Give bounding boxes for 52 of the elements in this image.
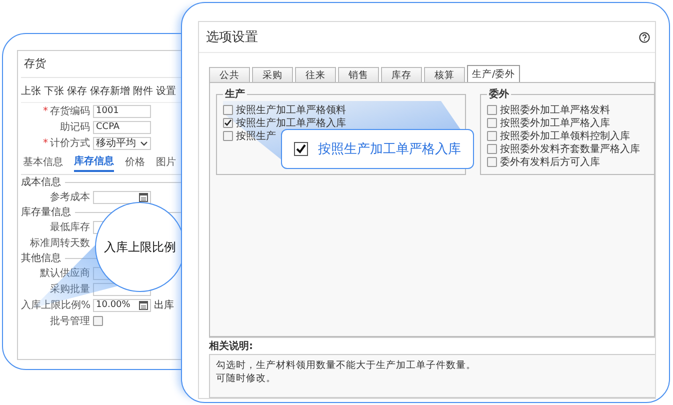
tab[interactable]: 价格 [125,154,145,172]
tab[interactable]: 基本信息 [23,154,63,172]
callout-text: 按照生产加工单严格入库 [318,141,461,158]
tab[interactable]: 核算 [424,67,465,82]
tab[interactable]: 往来 [295,67,336,82]
option-label: 按照生产加工单严格入库 [236,116,346,130]
tab[interactable]: 生产/委外 [467,65,520,82]
field-label: 助记码 [60,122,90,133]
field-label: 最低库存 [50,222,90,233]
option-label: 按照生产加工单严格领料 [236,104,346,116]
field-label: 标准周转天数 [30,238,90,249]
section-title: 库存量信息 [21,206,71,219]
field-label: 采购批量 [50,284,90,295]
field-label: 参考成本 [50,192,90,203]
section-title: 成本信息 [21,176,61,189]
field-label: 入库上限比例% [21,300,91,311]
field-label: 存货编码 [50,106,90,117]
option-label: 按照委外加工单严格发料 [500,104,610,116]
window-title: 选项设置 [206,29,258,46]
option-label: 按照委外加工单领料控制入库 [500,130,630,142]
field-label: 计价方式 [50,138,90,149]
required-mark: * [43,106,48,117]
group-title: 委外 [488,87,510,101]
toolbar-button[interactable]: 附件 [133,85,153,98]
input-field[interactable]: CCPA [93,120,151,134]
callout-text: 入库上限比例 [104,238,176,256]
toolbar-button[interactable]: 保存 [67,85,87,98]
tab[interactable]: 采购 [252,67,293,82]
input-field[interactable]: 10.00% [93,298,151,312]
field-label: 批号管理 [50,316,90,327]
toolbar-button[interactable]: 保存新增 [90,85,130,98]
toolbar-button[interactable]: 设置 [156,85,176,98]
note-text: 可随时修改。 [216,373,276,384]
group-title: 生产 [224,88,246,101]
select-field[interactable]: 移动平均 [93,136,151,150]
option-label: 按照生产 [236,130,276,142]
tab[interactable]: 库存信息 [74,154,114,172]
option-label: 按照委外加工单严格入库 [500,116,610,130]
option-label: 委外有发料后方可入库 [500,156,600,168]
option-label: 按照委外发料齐套数量严格入库 [500,142,640,156]
input-field[interactable]: 1001 [93,104,151,118]
note-text: 勾选时，生产材料领用数量不能大于生产加工单子件数量。 [216,360,476,371]
field-label: 默认供应商 [40,268,90,279]
tab[interactable]: 图片 [156,154,176,172]
toolbar-button[interactable]: 下张 [44,85,64,98]
section-title: 其他信息 [21,252,61,265]
tab[interactable]: 销售 [338,67,379,82]
toolbar-button[interactable]: 上张 [21,85,41,98]
required-mark: * [43,138,48,149]
tab[interactable]: 库存 [381,67,422,82]
field-label: 出库 [154,298,174,312]
tab[interactable]: 公共 [209,67,250,82]
